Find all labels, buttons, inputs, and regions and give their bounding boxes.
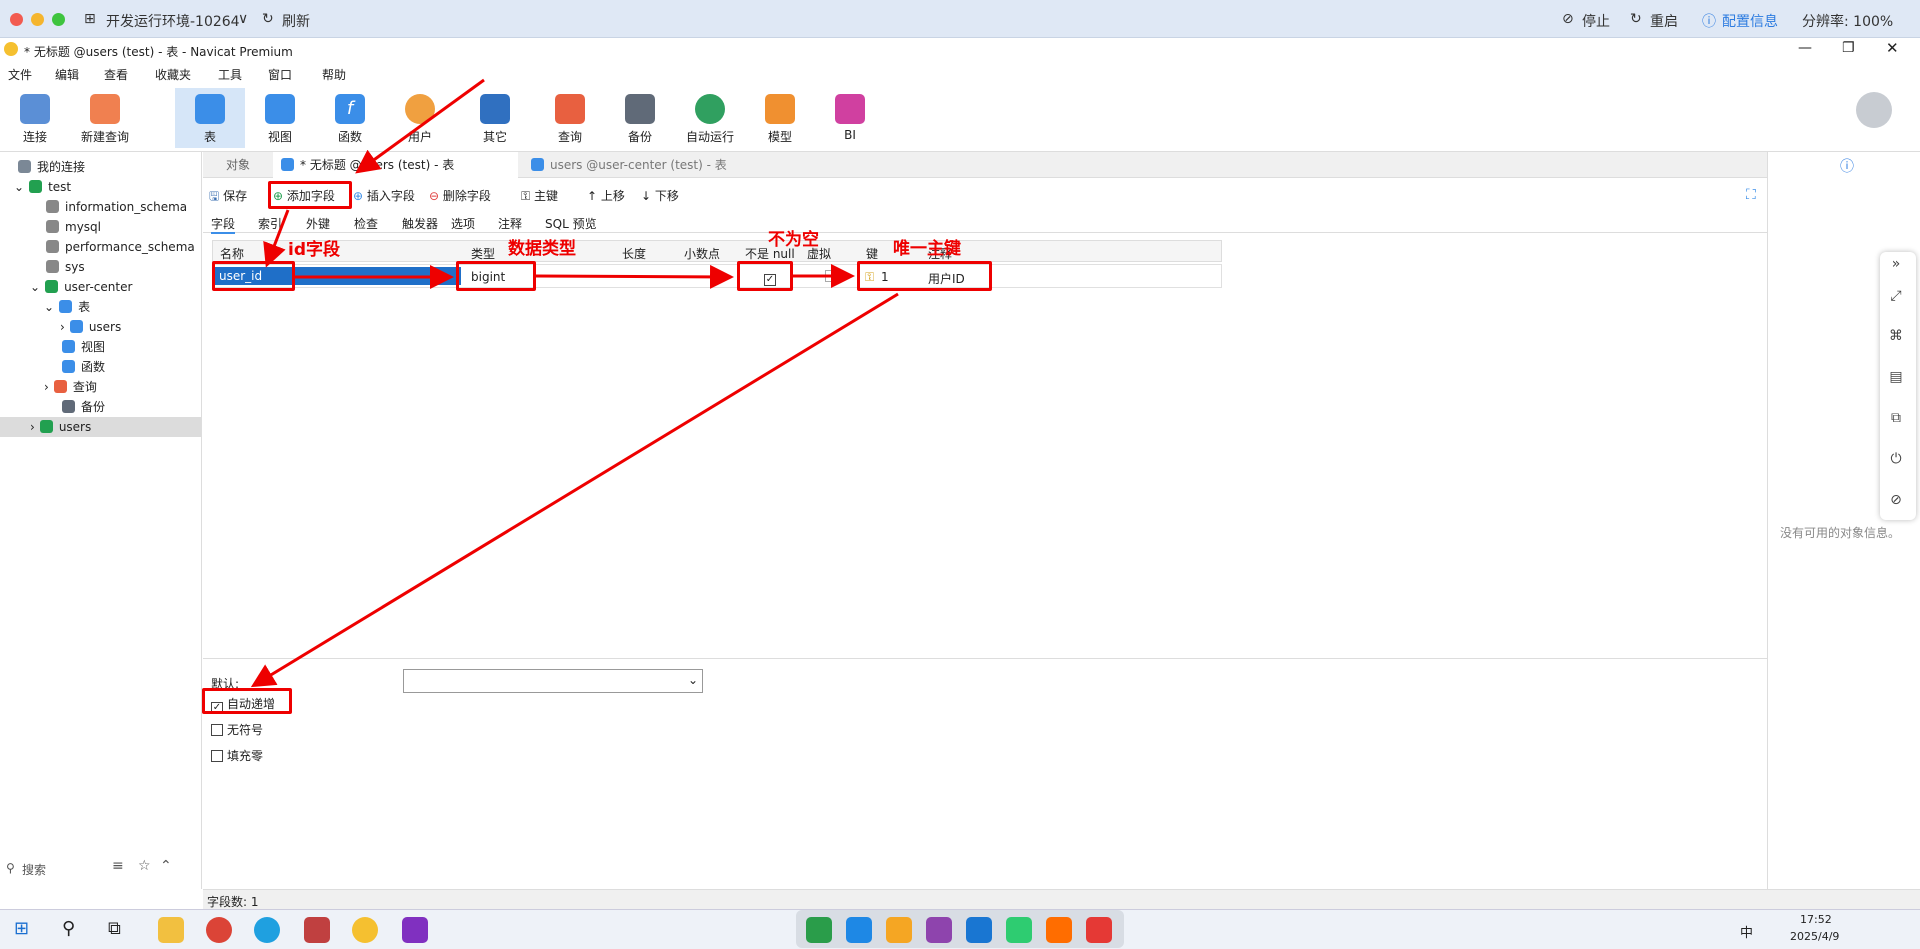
- arrow-to-add-field: [355, 78, 485, 174]
- arrow-type-to-not-null: [535, 264, 734, 289]
- arrow-to-field-name: [263, 209, 290, 268]
- annotation-arrows: [250, 78, 899, 688]
- arrow-to-auto-increment: [250, 292, 899, 688]
